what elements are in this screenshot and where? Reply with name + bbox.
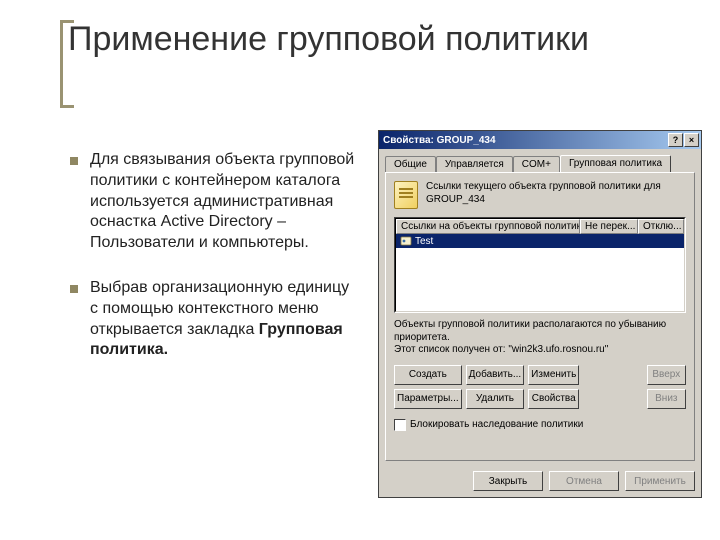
dialog-bottom-buttons: Закрыть Отмена Применить [379,467,701,497]
block-inheritance-label: Блокировать наследование политики [410,419,583,430]
button-grid: Создать Добавить... Изменить Вверх Парам… [394,365,686,409]
properties-button[interactable]: Свойства [528,389,579,409]
info-line2: Этот список получен от: "win2k3.ufo.rosn… [394,344,608,355]
gpo-item-icon [400,235,412,247]
titlebar[interactable]: Свойства: GROUP_434 ? × [379,131,701,149]
info-text: Объекты групповой политики располагаются… [394,319,686,357]
create-button[interactable]: Создать [394,365,462,385]
tabs-row: Общие Управляется COM+ Групповая политик… [379,149,701,172]
gpo-desc-line2: GROUP_434 [426,194,485,205]
block-inheritance-row[interactable]: Блокировать наследование политики [394,419,686,431]
close-button[interactable]: × [684,133,699,147]
col-disabled[interactable]: Отклю... [638,219,684,234]
col-links[interactable]: Ссылки на объекты групповой политики [396,219,580,234]
delete-button[interactable]: Удалить [466,389,525,409]
tab-panel: Ссылки текущего объекта групповой полити… [385,172,695,461]
gpo-document-icon [394,181,418,209]
tab-group-policy[interactable]: Групповая политика [560,155,671,172]
down-button[interactable]: Вниз [647,389,686,409]
tab-managed-by[interactable]: Управляется [436,156,513,173]
list-item[interactable]: Test [396,234,684,248]
gpo-description: Ссылки текущего объекта групповой полити… [426,181,661,206]
block-inheritance-checkbox[interactable] [394,419,406,431]
col-no-override[interactable]: Не перек... [580,219,638,234]
properties-dialog: Свойства: GROUP_434 ? × Общие Управляетс… [378,130,702,498]
slide-body: Для связывания объекта групповой политик… [68,150,358,385]
slide-title: Применение групповой политики [68,20,589,59]
bullet-1-text: Для связывания объекта групповой политик… [90,151,354,251]
add-button[interactable]: Добавить... [466,365,525,385]
tab-com-plus[interactable]: COM+ [513,156,560,173]
gpo-desc-line1: Ссылки текущего объекта групповой полити… [426,181,661,192]
help-button[interactable]: ? [668,133,683,147]
list-item-name: Test [415,236,433,247]
close-dialog-button[interactable]: Закрыть [473,471,543,491]
tab-general[interactable]: Общие [385,156,436,173]
bullet-1: Для связывания объекта групповой политик… [68,150,358,254]
params-button[interactable]: Параметры... [394,389,462,409]
cancel-button[interactable]: Отмена [549,471,619,491]
apply-button[interactable]: Применить [625,471,695,491]
info-line1: Объекты групповой политики располагаются… [394,319,666,343]
bullet-2: Выбрав организационную единицу с помощью… [68,278,358,361]
titlebar-text: Свойства: GROUP_434 [383,135,668,146]
listview-header: Ссылки на объекты групповой политики Не … [396,219,684,234]
edit-button[interactable]: Изменить [528,365,579,385]
gpo-listview[interactable]: Ссылки на объекты групповой политики Не … [394,217,686,313]
up-button[interactable]: Вверх [647,365,686,385]
